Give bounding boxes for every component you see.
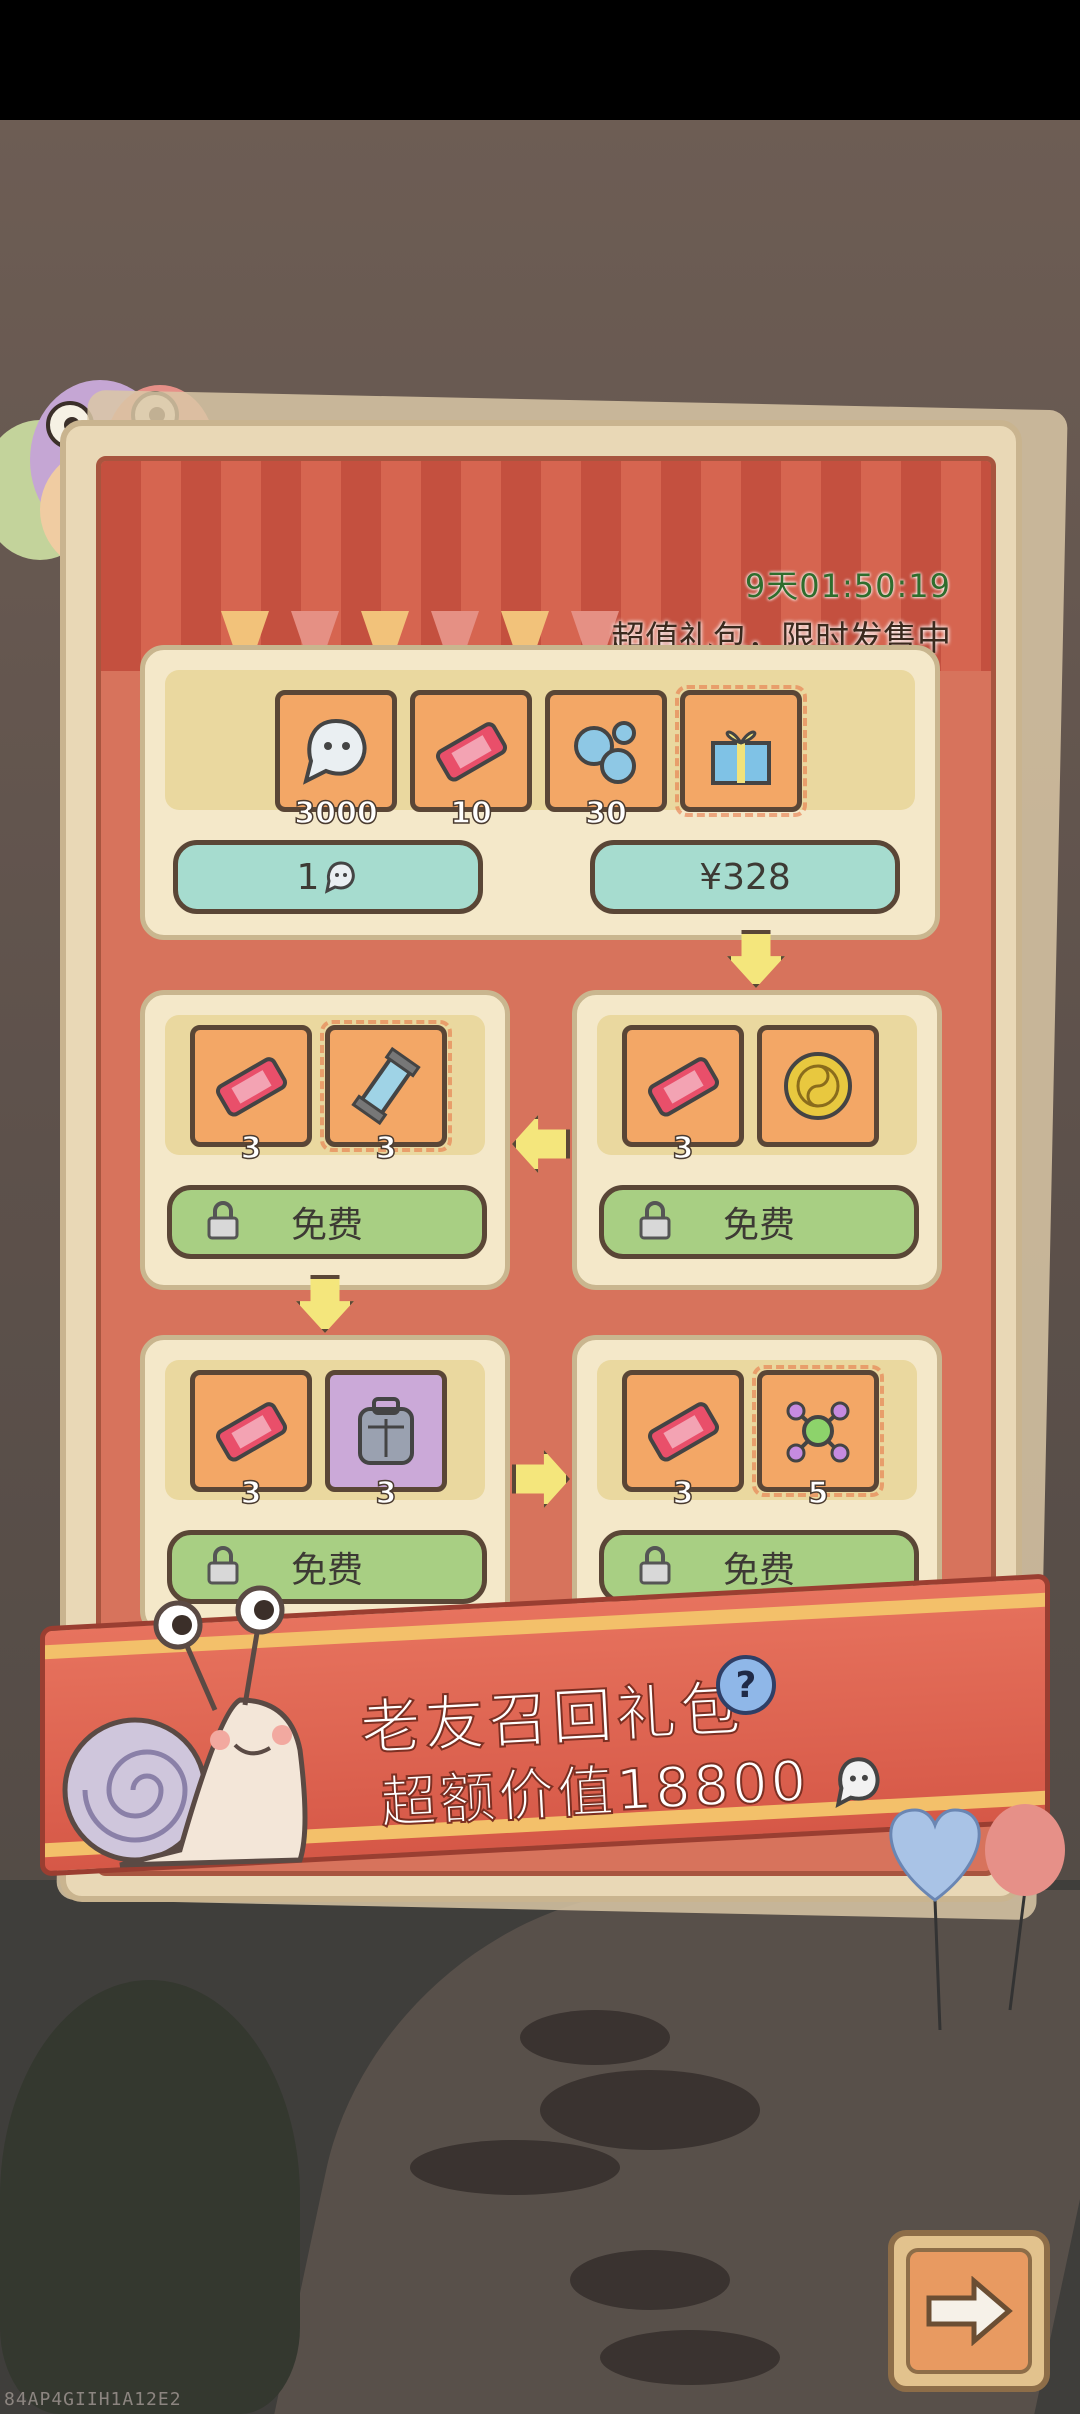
button-label: 免费 [290, 1205, 363, 1246]
ghost-currency-icon [303, 718, 367, 785]
highlight-glow [675, 685, 807, 817]
lock-icon [207, 1546, 239, 1585]
next-button[interactable] [888, 2230, 1050, 2392]
blue-orbs-icon [574, 721, 636, 784]
item-quantity: 3 [240, 1130, 262, 1167]
ticket-icon [215, 1402, 288, 1462]
ticket-icon [215, 1057, 288, 1117]
reward-tile[interactable]: 30 [545, 690, 667, 832]
reward-tile[interactable]: 3000 [275, 690, 397, 832]
ghost-currency-purchase-button[interactable]: 1 [173, 840, 483, 914]
reward-tile[interactable]: 3 [320, 1020, 452, 1167]
item-quantity: 3 [375, 1130, 397, 1167]
reward-tile[interactable] [757, 1025, 879, 1147]
stepping-stone [410, 2140, 620, 2195]
bush [0, 1980, 300, 2414]
item-quantity: 3 [672, 1130, 694, 1167]
ghost-currency-icon [325, 861, 356, 894]
lock-icon [207, 1201, 239, 1240]
ticket-icon [647, 1402, 720, 1462]
item-quantity: 30 [584, 795, 627, 832]
heart-balloon-decoration [889, 1804, 1065, 2031]
stepping-stone [570, 2250, 730, 2310]
reward-panel: 3 免费 [572, 990, 942, 1290]
reward-tile[interactable]: 3 [622, 1370, 744, 1512]
arrow-right-icon [926, 2276, 1013, 2346]
item-quantity: 3 [240, 1475, 262, 1512]
item-quantity: 3 [672, 1475, 694, 1512]
item-quantity: 3000 [294, 795, 379, 832]
button-label: 免费 [722, 1550, 795, 1591]
item-quantity: 3 [375, 1475, 397, 1512]
lock-icon [639, 1546, 671, 1585]
item-quantity: 5 [807, 1475, 829, 1512]
reward-tile[interactable]: 5 [752, 1365, 884, 1512]
button-label: 免费 [722, 1205, 795, 1246]
reward-tile[interactable]: 3 [325, 1370, 447, 1512]
lock-icon [639, 1201, 671, 1240]
button-label: ¥328 [699, 856, 791, 898]
reward-tile[interactable] [675, 685, 807, 817]
reward-panel: 3 3 免费 [140, 990, 510, 1290]
status-bar [0, 0, 1080, 120]
watermark: 84AP4GIIH1A12E2 [4, 2389, 182, 2410]
claim-free-button[interactable]: 免费 [167, 1185, 487, 1259]
button-label: 1 [296, 856, 320, 898]
ticket-icon [647, 1057, 720, 1117]
yin-yang-coin-icon [784, 1052, 852, 1120]
help-button[interactable]: ? [716, 1655, 776, 1715]
paid-bundle-panel: 3000 10 30 1 ¥328 [140, 645, 940, 940]
stepping-stone [540, 2070, 760, 2150]
countdown-timer: 9天01:50:19 [744, 567, 951, 605]
reward-tile[interactable]: 3 [622, 1025, 744, 1167]
backpack-icon [358, 1397, 414, 1465]
stepping-stone [520, 2010, 670, 2065]
reward-tile[interactable]: 10 [410, 690, 532, 832]
reward-tile[interactable]: 3 [190, 1370, 312, 1512]
snail-mascot [62, 1585, 308, 1868]
price-purchase-button[interactable]: ¥328 [590, 840, 900, 914]
ticket-icon [435, 722, 508, 782]
claim-free-button[interactable]: 免费 [599, 1185, 919, 1259]
next-button-face [906, 2248, 1032, 2374]
stepping-stone [600, 2330, 780, 2385]
reward-tile[interactable]: 3 [190, 1025, 312, 1167]
item-quantity: 10 [449, 795, 492, 832]
